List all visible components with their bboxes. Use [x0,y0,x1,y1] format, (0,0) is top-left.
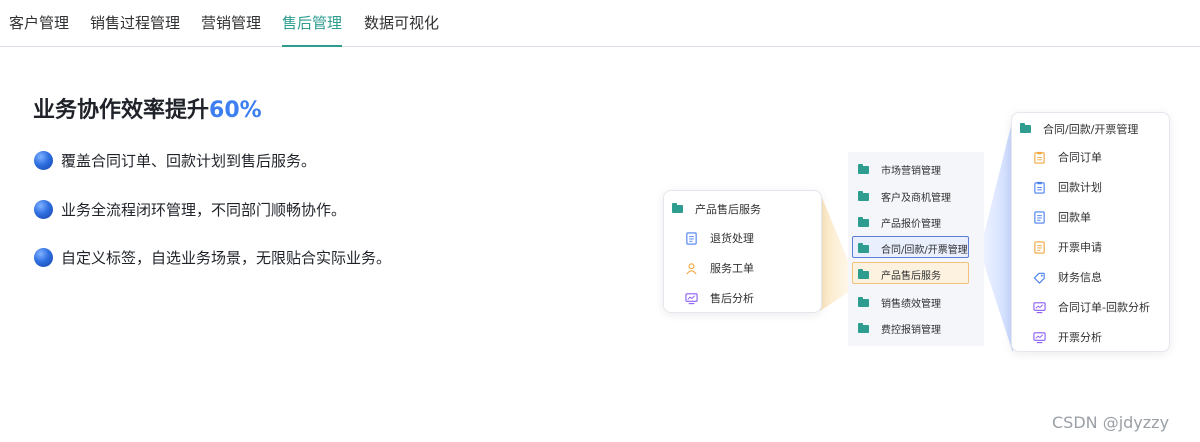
tab-customer-management[interactable]: 客户管理 [9,12,69,46]
menu-item-label: 开票分析 [1058,331,1102,344]
tab-data-visualization[interactable]: 数据可视化 [364,12,439,46]
watermark: CSDN @jdyzzy [1052,413,1170,432]
folder-icon [858,322,869,333]
feature-text: 覆盖合同订单、回款计划到售后服务。 [61,152,317,170]
after-sales-card: 产品售后服务 退货处理 服务工单 售后分析 [663,190,822,313]
headline-prefix: 业务协作效率提升 [33,98,210,123]
card-title: 合同/回款/开票管理 [1043,123,1139,136]
feature-bullet: 覆盖合同订单、回款计划到售后服务。 [34,150,316,171]
card-title-row: 合同/回款/开票管理 [1020,121,1138,137]
menu-item-contract-payment-analysis[interactable]: 合同订单-回款分析 [1033,299,1150,315]
module-item-quotation[interactable]: 产品报价管理 [858,215,941,230]
connector-cone-left [820,193,850,311]
contract-card: 合同/回款/开票管理 合同订单 回款计划 回款单 开票申请 财务信息 合同订单-… [1011,112,1170,352]
orange-document-icon [1033,240,1046,254]
blue-document-icon [1033,210,1046,224]
module-item-after-sales[interactable]: 产品售后服务 [858,267,941,282]
menu-item-payment-receipt[interactable]: 回款单 [1033,209,1091,225]
module-list: 市场营销管理 客户及商机管理 产品报价管理 合同/回款/开票管理 产品售后服务 … [848,152,984,346]
blue-clipboard-icon [1033,181,1046,194]
menu-item-service-ticket[interactable]: 服务工单 [685,260,754,276]
tab-sales-process-management[interactable]: 销售过程管理 [90,12,180,46]
page-headline: 业务协作效率提升60% [33,92,262,124]
card-title-row: 产品售后服务 [672,201,761,217]
feature-bullet: 业务全流程闭环管理，不同部门顺畅协作。 [34,199,346,220]
feature-text: 自定义标签，自选业务场景，无限贴合实际业务。 [61,249,392,267]
card-title: 产品售后服务 [695,203,761,216]
module-item-expense[interactable]: 费控报销管理 [858,321,941,336]
folder-icon [858,296,869,307]
menu-item-invoice-analysis[interactable]: 开票分析 [1033,329,1102,345]
menu-item-after-sales-analysis[interactable]: 售后分析 [685,290,754,306]
tab-after-sales-management[interactable]: 售后管理 [282,12,343,47]
tab-marketing-management[interactable]: 营销管理 [201,12,261,46]
person-icon [685,262,698,275]
folder-icon [858,163,869,174]
module-item-marketing[interactable]: 市场营销管理 [858,162,941,177]
folder-icon [672,203,683,213]
monitor-chart-icon [1033,301,1046,314]
connector-cone-right [983,118,1013,353]
tab-bar: 客户管理 销售过程管理 营销管理 售后管理 数据可视化 [0,0,1200,47]
menu-item-label: 服务工单 [710,262,754,275]
module-item-customer-opportunity[interactable]: 客户及商机管理 [858,189,951,204]
folder-icon [858,268,869,279]
folder-icon [858,216,869,227]
monitor-chart-icon [1033,331,1046,344]
module-item-label: 销售绩效管理 [881,299,941,310]
menu-item-label: 退货处理 [710,232,754,245]
tag-icon [1033,271,1046,284]
monitor-chart-icon [685,292,698,305]
module-item-sales-performance[interactable]: 销售绩效管理 [858,295,941,310]
module-item-label: 合同/回款/开票管理 [881,245,968,256]
menu-item-financial-info[interactable]: 财务信息 [1033,269,1102,285]
menu-item-invoice-request[interactable]: 开票申请 [1033,239,1102,255]
menu-item-label: 合同订单-回款分析 [1058,301,1150,314]
folder-icon [858,242,869,253]
menu-item-return-processing[interactable]: 退货处理 [685,230,754,246]
headline-highlight: 60% [209,98,262,123]
folder-icon [1020,123,1031,133]
folder-icon [858,190,869,201]
module-item-label: 产品售后服务 [881,271,941,282]
module-item-label: 费控报销管理 [881,325,941,336]
blue-dot-icon [34,200,53,219]
module-item-label: 市场营销管理 [881,166,941,177]
feature-text: 业务全流程闭环管理，不同部门顺畅协作。 [61,201,347,219]
orange-clipboard-icon [1033,151,1046,164]
menu-item-label: 开票申请 [1058,241,1102,254]
menu-item-payment-plan[interactable]: 回款计划 [1033,179,1102,195]
menu-item-label: 合同订单 [1058,151,1102,164]
module-item-label: 客户及商机管理 [881,193,951,204]
document-icon [685,231,698,245]
blue-dot-icon [34,248,53,267]
module-item-contract-payment-invoice[interactable]: 合同/回款/开票管理 [858,241,968,256]
menu-item-label: 回款单 [1058,211,1091,224]
menu-item-label: 回款计划 [1058,181,1102,194]
blue-dot-icon [34,151,53,170]
feature-bullet: 自定义标签，自选业务场景，无限贴合实际业务。 [34,247,391,268]
menu-item-label: 财务信息 [1058,271,1102,284]
menu-item-contract-order[interactable]: 合同订单 [1033,149,1102,165]
menu-item-label: 售后分析 [710,292,754,305]
module-item-label: 产品报价管理 [881,219,941,230]
